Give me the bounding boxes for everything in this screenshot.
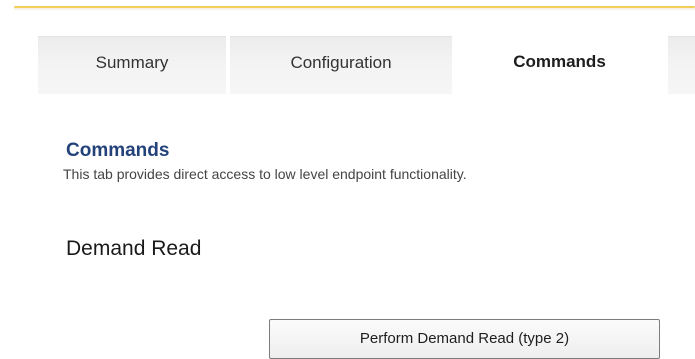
perform-demand-read-button[interactable]: Perform Demand Read (type 2): [269, 319, 660, 359]
demand-read-heading: Demand Read: [66, 237, 202, 260]
section-description: This tab provides direct access to low l…: [63, 166, 467, 182]
tab-commands[interactable]: Commands: [456, 36, 663, 94]
tab-commands-label: Commands: [513, 52, 606, 71]
tab-bar: Summary Configuration Commands: [38, 36, 695, 94]
tab-configuration-label: Configuration: [290, 52, 392, 72]
header-accent-shadow: [14, 8, 695, 11]
tab-summary-label: Summary: [95, 52, 169, 72]
tab-summary[interactable]: Summary: [38, 36, 226, 94]
tab-overflow[interactable]: [668, 36, 695, 94]
tab-configuration[interactable]: Configuration: [230, 36, 452, 94]
section-title: Commands: [66, 140, 170, 161]
